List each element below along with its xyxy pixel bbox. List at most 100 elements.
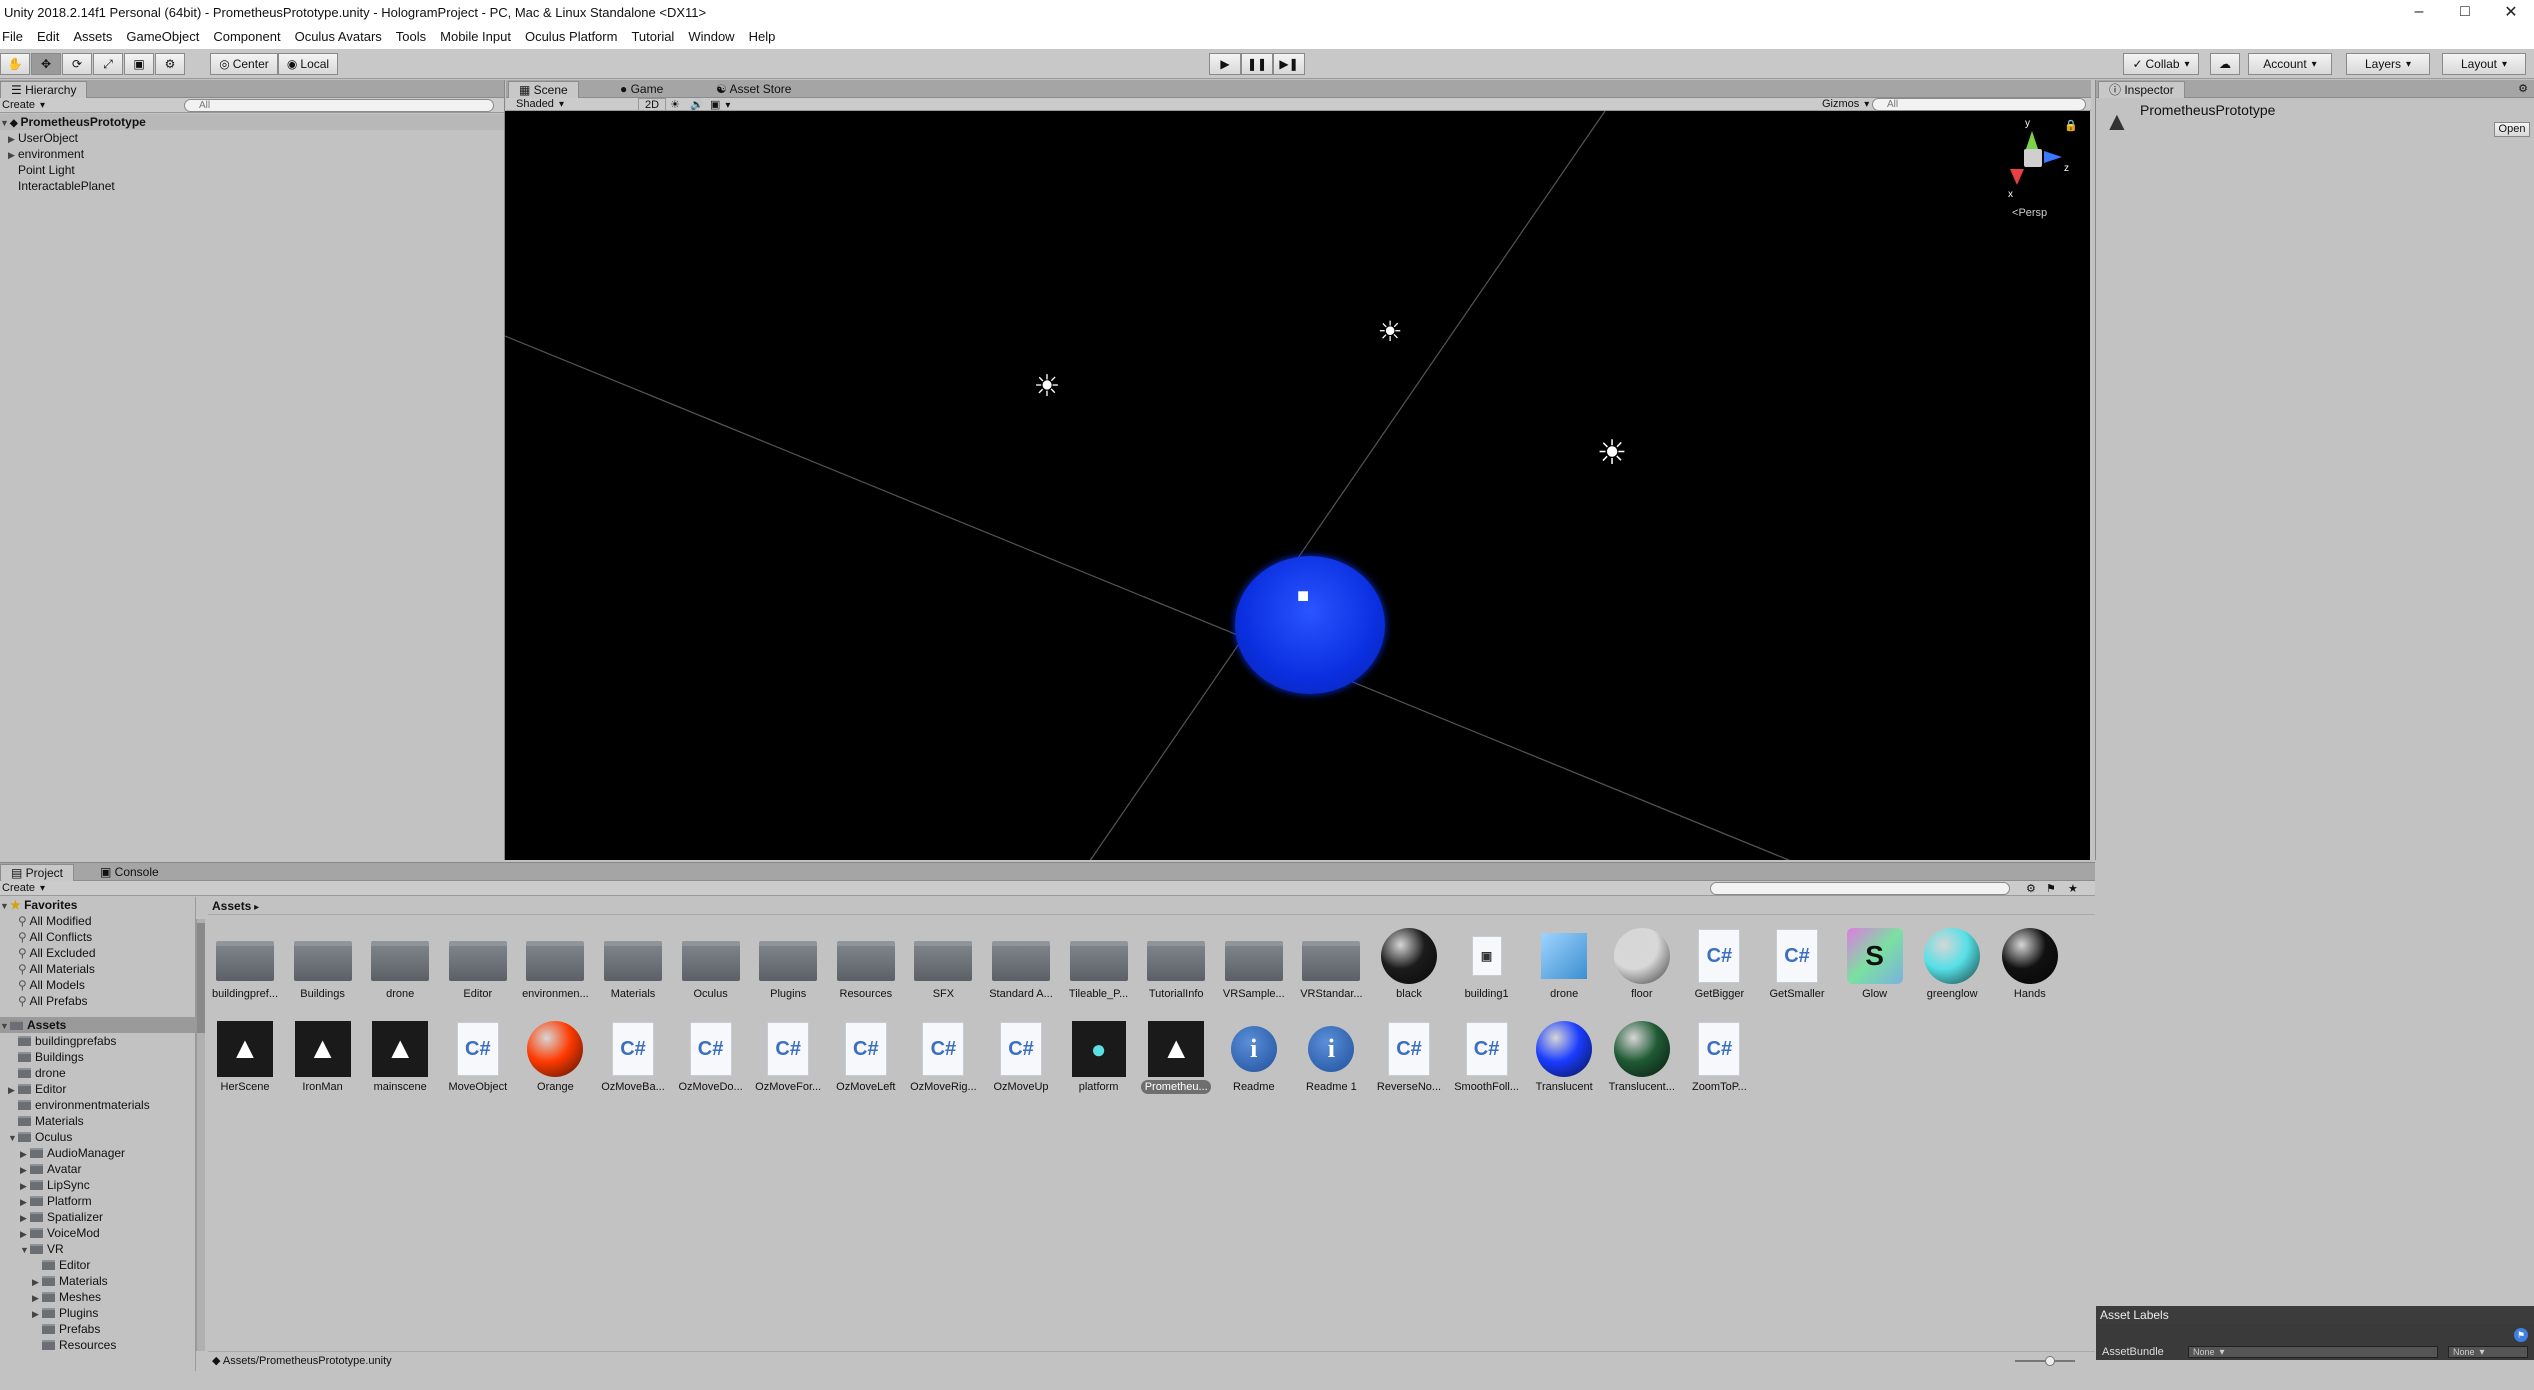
audio-toggle-icon[interactable]: 🔊 [690,98,704,111]
asset-item[interactable]: drone [1529,927,1599,1001]
asset-item[interactable]: Editor [443,927,513,1001]
close-icon[interactable]: ✕ [2488,0,2534,24]
folder-item[interactable]: Buildings [0,1049,195,1065]
favorite-star-icon[interactable]: ★ [2068,882,2078,895]
search-by-type-icon[interactable]: ⚙ [2026,882,2036,895]
shading-mode-dropdown[interactable]: Shaded [516,98,636,110]
project-create-button[interactable]: Create [0,882,45,894]
asset-item[interactable]: C# MoveObject [443,1020,513,1094]
open-button[interactable]: Open [2494,122,2530,137]
hierarchy-search-input[interactable]: All [184,99,494,112]
tab-hierarchy[interactable]: ☰ Hierarchy [0,81,88,98]
tab-asset-store[interactable]: ☯ Asset Store [706,81,801,98]
transform-tool-icon[interactable]: ⚙ [155,53,185,75]
favorite-item[interactable]: ⚲ All Excluded [0,945,195,961]
icon-size-slider[interactable] [2015,1356,2075,1366]
folder-item[interactable]: ▶ VoiceMod [0,1225,195,1241]
favorite-item[interactable]: ⚲ All Materials [0,961,195,977]
gizmo-center-cube[interactable] [2024,149,2042,167]
point-light-icon[interactable]: ☀ [1029,369,1065,405]
asset-item[interactable]: SFX [908,927,978,1001]
asset-item[interactable]: C# GetSmaller [1762,927,1832,1001]
folder-item[interactable]: buildingprefabs [0,1033,195,1049]
asset-item[interactable]: Hands [1995,927,2065,1001]
hierarchy-item-userobject[interactable]: ▶ UserObject [0,130,504,146]
asset-item[interactable]: floor [1607,927,1677,1001]
gizmo-z-axis[interactable] [2044,151,2062,163]
menu-tutorial[interactable]: Tutorial [624,29,681,44]
tab-inspector[interactable]: ⓘ Inspector [2098,81,2185,98]
asset-item[interactable]: i Readme 1 [1296,1020,1366,1094]
menu-oculus-avatars[interactable]: Oculus Avatars [288,29,389,44]
folder-item[interactable]: drone [0,1065,195,1081]
asset-item[interactable]: VRSample... [1219,927,1289,1001]
asset-item[interactable]: ● platform [1064,1020,1134,1094]
play-button[interactable]: ▶ [1209,53,1241,75]
asset-item[interactable]: ▣ building1 [1452,927,1522,1001]
favorite-item[interactable]: ⚲ All Modified [0,913,195,929]
asset-item[interactable]: ▲ IronMan [288,1020,358,1094]
icon-size-slider-thumb[interactable] [2045,1356,2055,1366]
menu-window[interactable]: Window [681,29,741,44]
cloud-icon[interactable]: ☁ [2210,53,2240,75]
asset-item[interactable]: C# OzMoveDo... [676,1020,746,1094]
tab-console[interactable]: ▣ Console [90,864,169,881]
menu-component[interactable]: Component [206,29,287,44]
menu-mobile-input[interactable]: Mobile Input [433,29,518,44]
asset-item[interactable]: C# OzMoveLeft [831,1020,901,1094]
asset-item[interactable]: C# ReverseNo... [1374,1020,1444,1094]
tab-scene[interactable]: ▦ Scene [508,81,579,98]
asset-item[interactable]: i Readme [1219,1020,1289,1094]
asset-item[interactable]: Materials [598,927,668,1001]
minimize-icon[interactable]: – [2396,0,2442,24]
assets-root[interactable]: ▼ Assets [0,1017,195,1033]
scene-search-input[interactable]: All [1872,98,2086,111]
camera-icon[interactable]: ■ [1297,585,1309,608]
asset-labels-header[interactable]: Asset Labels [2096,1306,2534,1324]
scale-tool-icon[interactable]: ⤢ [93,53,123,75]
favorite-item[interactable]: ⚲ All Models [0,977,195,993]
scene-root[interactable]: ▼◆ PrometheusPrototype [0,114,504,130]
point-light-icon[interactable]: ☀ [1373,315,1407,349]
assetbundle-name-dropdown[interactable]: None [2188,1346,2438,1358]
favorite-item[interactable]: ⚲ All Prefabs [0,993,195,1009]
tag-icon[interactable]: ⚑ [2514,1328,2528,1342]
point-light-icon[interactable]: ☀ [1592,433,1632,473]
breadcrumb-assets[interactable]: Assets [212,899,251,913]
asset-item[interactable]: buildingpref... [210,927,280,1001]
menu-edit[interactable]: Edit [30,29,66,44]
folder-item[interactable]: ▼ Oculus [0,1129,195,1145]
hierarchy-item-point-light[interactable]: Point Light [0,162,504,178]
asset-item[interactable]: drone [365,927,435,1001]
search-by-label-icon[interactable]: ⚑ [2046,882,2056,895]
asset-item[interactable]: greenglow [1917,927,1987,1001]
folder-item[interactable]: ▼ VR [0,1241,195,1257]
lighting-toggle-icon[interactable]: ☀ [670,98,680,111]
favorite-item[interactable]: ⚲ All Conflicts [0,929,195,945]
folder-item[interactable]: ▶ Avatar [0,1161,195,1177]
menu-gameobject[interactable]: GameObject [119,29,206,44]
hierarchy-item-interactable-planet[interactable]: InteractablePlanet [0,178,504,194]
asset-item[interactable]: black [1374,927,1444,1001]
account-dropdown[interactable]: Account [2248,53,2332,75]
orientation-gizmo[interactable]: 🔒 y z x <Persp [2000,117,2080,227]
toggle-2d-button[interactable]: 2D [638,98,666,112]
tab-project[interactable]: ▤ Project [0,864,75,881]
tab-game[interactable]: ● Game [610,81,673,98]
asset-item[interactable]: Tileable_P... [1064,927,1134,1001]
menu-file[interactable]: File [0,29,30,44]
hand-tool-icon[interactable]: ✋ [0,53,30,75]
menu-help[interactable]: Help [742,29,783,44]
asset-item[interactable]: ▲ mainscene [365,1020,435,1094]
gizmos-dropdown[interactable]: Gizmos [1822,98,1869,110]
asset-item[interactable]: Buildings [288,927,358,1001]
asset-item[interactable]: VRStandar... [1296,927,1366,1001]
asset-item[interactable]: environmen... [520,927,590,1001]
folder-item[interactable]: ▶ Meshes [0,1289,195,1305]
interactable-planet[interactable] [1235,556,1385,694]
inspector-settings-icon[interactable]: ⚙ [2518,82,2528,95]
tree-scrollbar-thumb[interactable] [197,923,205,1033]
asset-item[interactable]: Plugins [753,927,823,1001]
layout-dropdown[interactable]: Layout [2442,53,2526,75]
folder-item[interactable]: ▶ Platform [0,1193,195,1209]
